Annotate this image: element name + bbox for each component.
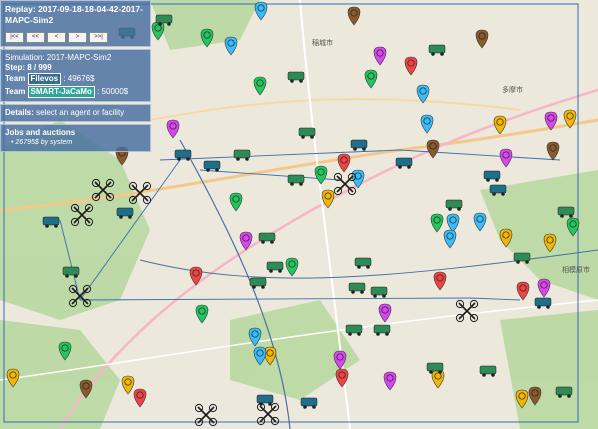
map-place-label: 相模原市 (562, 265, 590, 274)
team-prefix: Team (5, 74, 28, 83)
team-name-filevos[interactable]: Filevos (27, 73, 62, 85)
replay-box: Replay: 2017-09-18-18-04-42-2017-MAPC-Si… (0, 0, 151, 47)
details-value: select an agent or facility (33, 108, 125, 117)
jobs-title: Jobs and auctions (5, 128, 76, 137)
details-box: Details: select an agent or facility (0, 104, 151, 122)
job-label: 26795$ by system (15, 139, 73, 146)
replay-controls: |<< << < > >>| (5, 32, 146, 43)
team-money: : 50000$ (94, 87, 129, 96)
fast-back-button[interactable]: << (26, 32, 45, 43)
step-forward-button[interactable]: > (68, 32, 87, 43)
jobs-box: Jobs and auctions • 26795$ by system (0, 124, 151, 152)
team-name-smart-jacamo[interactable]: SMART-JaCaMo (27, 86, 95, 98)
info-panel: Replay: 2017-09-18-18-04-42-2017-MAPC-Si… (0, 0, 151, 154)
details-label: Details: (5, 108, 34, 117)
job-item[interactable]: • 26795$ by system (5, 138, 146, 148)
map-place-label: 多摩市 (502, 85, 523, 94)
team-row-1: Team Filevos : 49676$ (5, 73, 146, 85)
last-step-button[interactable]: >>| (89, 32, 108, 43)
map-place-label: 稲城市 (312, 38, 333, 47)
step-back-button[interactable]: < (47, 32, 66, 43)
team-row-2: Team SMART-JaCaMo : 50000$ (5, 86, 146, 98)
replay-title: Replay: 2017-09-18-18-04-42-2017-MAPC-Si… (5, 4, 143, 25)
step-counter: Step: 8 / 999 (5, 63, 52, 72)
simulation-name: Simulation: 2017-MAPC-Sim2 (5, 53, 112, 62)
team-prefix: Team (5, 87, 28, 96)
first-step-button[interactable]: |<< (5, 32, 24, 43)
simulation-box: Simulation: 2017-MAPC-Sim2 Step: 8 / 999… (0, 49, 151, 102)
team-money: : 49676$ (61, 74, 95, 83)
